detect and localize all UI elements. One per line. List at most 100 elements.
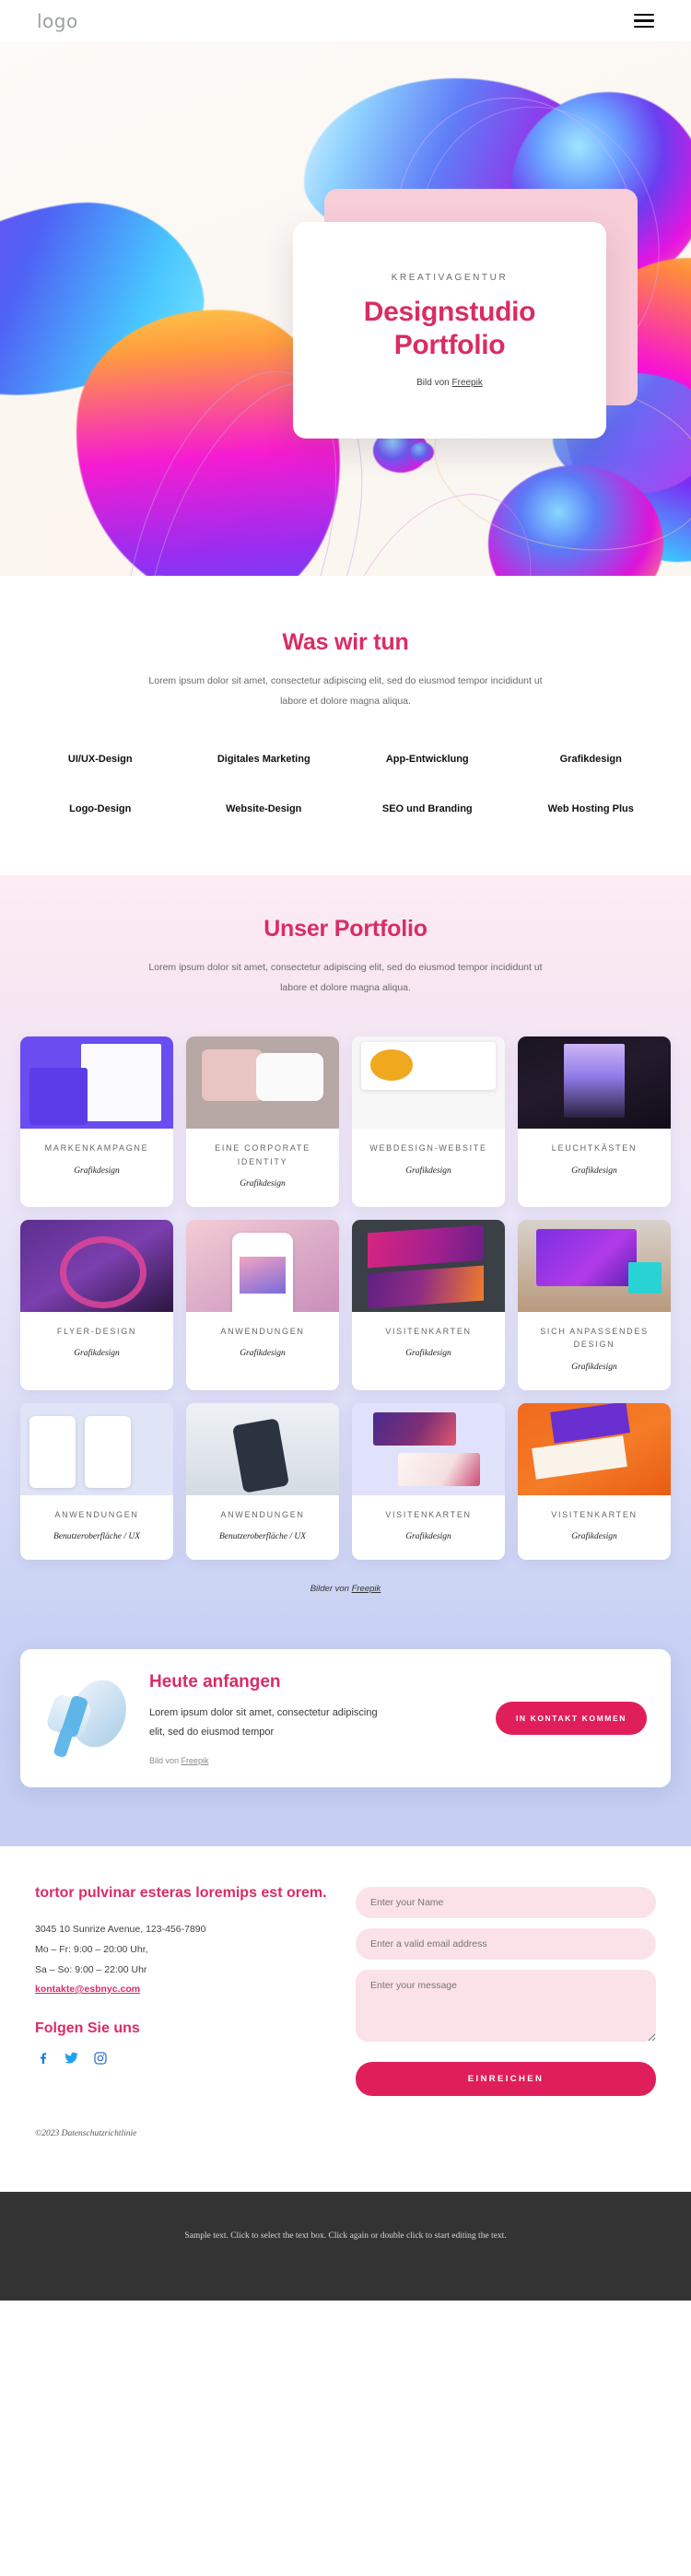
- portfolio-thumbnail: [186, 1036, 339, 1130]
- contact-hours-weekday: Mo – Fr: 9:00 – 20:00 Uhr,: [35, 1943, 148, 1955]
- burger-line: [634, 19, 654, 22]
- contact-hours-weekend: Sa – So: 9:00 – 22:00 Uhr: [35, 1963, 147, 1975]
- service-item[interactable]: Logo-Design: [18, 803, 182, 814]
- portfolio-card-body: VISITENKARTEN Grafikdesign: [352, 1312, 505, 1390]
- hero-eyebrow: KREATIVAGENTUR: [391, 273, 509, 284]
- cta-card: Heute anfangen Lorem ipsum dolor sit ame…: [20, 1649, 671, 1788]
- portfolio-card[interactable]: WEBDESIGN-WEBSITE Grafikdesign: [352, 1036, 505, 1207]
- portfolio-thumbnail: [186, 1402, 339, 1495]
- portfolio-thumbnail: [20, 1402, 173, 1495]
- portfolio-thumbnail: [20, 1036, 173, 1130]
- copyright-text: ©2023 Datenschutzrichtlinie: [0, 2124, 691, 2193]
- portfolio-thumbnail: [352, 1036, 505, 1130]
- portfolio-card-body: EINE CORPORATE IDENTITY Grafikdesign: [186, 1129, 339, 1207]
- services-title: Was wir tun: [282, 629, 409, 655]
- portfolio-thumbnail: [518, 1219, 671, 1312]
- service-item[interactable]: App-Entwicklung: [346, 754, 509, 765]
- twitter-icon[interactable]: [64, 2050, 79, 2066]
- portfolio-card-body: MARKENKAMPAGNE Grafikdesign: [20, 1129, 173, 1207]
- cta-credit-link[interactable]: Freepik: [182, 1756, 209, 1765]
- gradient-sphere: [410, 442, 434, 463]
- portfolio-card-title: WEBDESIGN-WEBSITE: [369, 1143, 487, 1153]
- follow-us-heading: Folgen Sie uns: [35, 2020, 140, 2036]
- portfolio-card-title: ANWENDUNGEN: [220, 1326, 305, 1336]
- hero-credit-link[interactable]: Freepik: [452, 378, 483, 388]
- portfolio-thumbnail: [518, 1402, 671, 1495]
- email-input[interactable]: [356, 1928, 656, 1961]
- portfolio-card-category: Grafikdesign: [571, 1362, 617, 1372]
- portfolio-card-category: Grafikdesign: [405, 1532, 451, 1542]
- hero-card: KREATIVAGENTUR Designstudio Portfolio Bi…: [293, 222, 606, 439]
- hero-title-line-2: Portfolio: [393, 329, 506, 360]
- portfolio-card[interactable]: ANWENDUNGEN Benutzeroberfläche / UX: [20, 1402, 173, 1561]
- megaphone-illustration: [44, 1672, 136, 1761]
- submit-button[interactable]: EINREICHEN: [356, 2062, 656, 2097]
- portfolio-card[interactable]: FLYER-DESIGN Grafikdesign: [20, 1219, 173, 1390]
- portfolio-card[interactable]: ANWENDUNGEN Benutzeroberfläche / UX: [186, 1402, 339, 1561]
- cta-credit-prefix: Bild von: [149, 1755, 182, 1765]
- service-item[interactable]: Web Hosting Plus: [509, 803, 673, 814]
- portfolio-card-title: LEUCHTKÄSTEN: [551, 1143, 638, 1153]
- contact-address: 3045 10 Sunrize Avenue, 123-456-7890: [35, 1923, 206, 1935]
- portfolio-thumbnail: [186, 1219, 339, 1312]
- portfolio-card[interactable]: MARKENKAMPAGNE Grafikdesign: [20, 1036, 173, 1207]
- page-title: Designstudio Portfolio: [363, 296, 536, 360]
- portfolio-thumbnail: [518, 1036, 671, 1130]
- portfolio-card-category: Grafikdesign: [240, 1349, 286, 1359]
- portfolio-section: Unser Portfolio Lorem ipsum dolor sit am…: [0, 875, 691, 1626]
- portfolio-card-category: Grafikdesign: [74, 1349, 120, 1359]
- hero-section: KREATIVAGENTUR Designstudio Portfolio Bi…: [0, 41, 691, 576]
- portfolio-card[interactable]: VISITENKARTEN Grafikdesign: [352, 1219, 505, 1390]
- message-textarea[interactable]: [356, 1970, 656, 2043]
- portfolio-card-body: WEBDESIGN-WEBSITE Grafikdesign: [352, 1129, 505, 1207]
- services-section: Was wir tun Lorem ipsum dolor sit amet, …: [0, 576, 691, 876]
- portfolio-card[interactable]: SICH ANPASSENDES DESIGN Grafikdesign: [518, 1219, 671, 1390]
- hero-image-credit: Bild von Freepik: [416, 378, 483, 388]
- portfolio-card-body: ANWENDUNGEN Benutzeroberfläche / UX: [20, 1495, 173, 1560]
- portfolio-card[interactable]: EINE CORPORATE IDENTITY Grafikdesign: [186, 1036, 339, 1207]
- cta-text-block: Heute anfangen Lorem ipsum dolor sit ame…: [149, 1672, 496, 1765]
- portfolio-card-title: SICH ANPASSENDES DESIGN: [540, 1326, 649, 1350]
- portfolio-card-category: Grafikdesign: [571, 1165, 617, 1176]
- portfolio-card-title: FLYER-DESIGN: [56, 1326, 137, 1336]
- service-item[interactable]: Grafikdesign: [509, 754, 673, 765]
- portfolio-card-body: ANWENDUNGEN Grafikdesign: [186, 1312, 339, 1390]
- portfolio-card-category: Grafikdesign: [405, 1165, 451, 1176]
- portfolio-credit-prefix: Bilder von: [310, 1584, 352, 1595]
- social-links: [35, 2050, 330, 2066]
- page-root: logo KREATIVAGENTUR Designstudio Portfol…: [0, 0, 691, 2301]
- portfolio-image-credit: Bilder von Freepik: [0, 1584, 691, 1594]
- portfolio-card[interactable]: LEUCHTKÄSTEN Grafikdesign: [518, 1036, 671, 1207]
- service-item[interactable]: Digitales Marketing: [182, 754, 346, 765]
- footer-sample-text[interactable]: Sample text. Click to select the text bo…: [0, 2192, 691, 2301]
- service-item[interactable]: Website-Design: [182, 803, 346, 814]
- contact-form: EINREICHEN: [356, 1883, 656, 2097]
- portfolio-card-category: Grafikdesign: [240, 1178, 286, 1188]
- portfolio-card-category: Grafikdesign: [571, 1532, 617, 1542]
- logo[interactable]: logo: [37, 10, 78, 32]
- portfolio-thumbnail: [352, 1402, 505, 1495]
- portfolio-credit-link[interactable]: Freepik: [352, 1584, 381, 1594]
- cta-section: Heute anfangen Lorem ipsum dolor sit ame…: [0, 1625, 691, 1847]
- portfolio-card[interactable]: ANWENDUNGEN Grafikdesign: [186, 1219, 339, 1390]
- portfolio-card[interactable]: VISITENKARTEN Grafikdesign: [352, 1402, 505, 1561]
- cta-title: Heute anfangen: [149, 1671, 281, 1692]
- service-item[interactable]: SEO und Branding: [346, 803, 509, 814]
- portfolio-card-body: FLYER-DESIGN Grafikdesign: [20, 1312, 173, 1390]
- service-item[interactable]: UI/UX-Design: [18, 754, 182, 765]
- contact-cta-button[interactable]: IN KONTAKT KOMMEN: [495, 1702, 647, 1736]
- facebook-icon[interactable]: [35, 2050, 51, 2066]
- portfolio-card-category: Benutzeroberfläche / UX: [218, 1532, 307, 1542]
- portfolio-card[interactable]: VISITENKARTEN Grafikdesign: [518, 1402, 671, 1561]
- instagram-icon[interactable]: [92, 2050, 108, 2066]
- portfolio-thumbnail: [20, 1219, 173, 1312]
- portfolio-card-title: ANWENDUNGEN: [54, 1509, 139, 1519]
- hero-title-line-1: Designstudio: [363, 297, 536, 328]
- cta-paragraph: Lorem ipsum dolor sit amet, consectetur …: [149, 1706, 378, 1739]
- cta-image-credit: Bild von Freepik: [149, 1756, 485, 1765]
- contact-email-link[interactable]: kontakte@esbnyc.com: [35, 1984, 140, 1995]
- name-input[interactable]: [356, 1887, 656, 1919]
- hamburger-menu-icon[interactable]: [634, 13, 654, 29]
- portfolio-card-body: SICH ANPASSENDES DESIGN Grafikdesign: [518, 1312, 671, 1390]
- contact-details: 3045 10 Sunrize Avenue, 123-456-7890 Mo …: [35, 1919, 330, 1996]
